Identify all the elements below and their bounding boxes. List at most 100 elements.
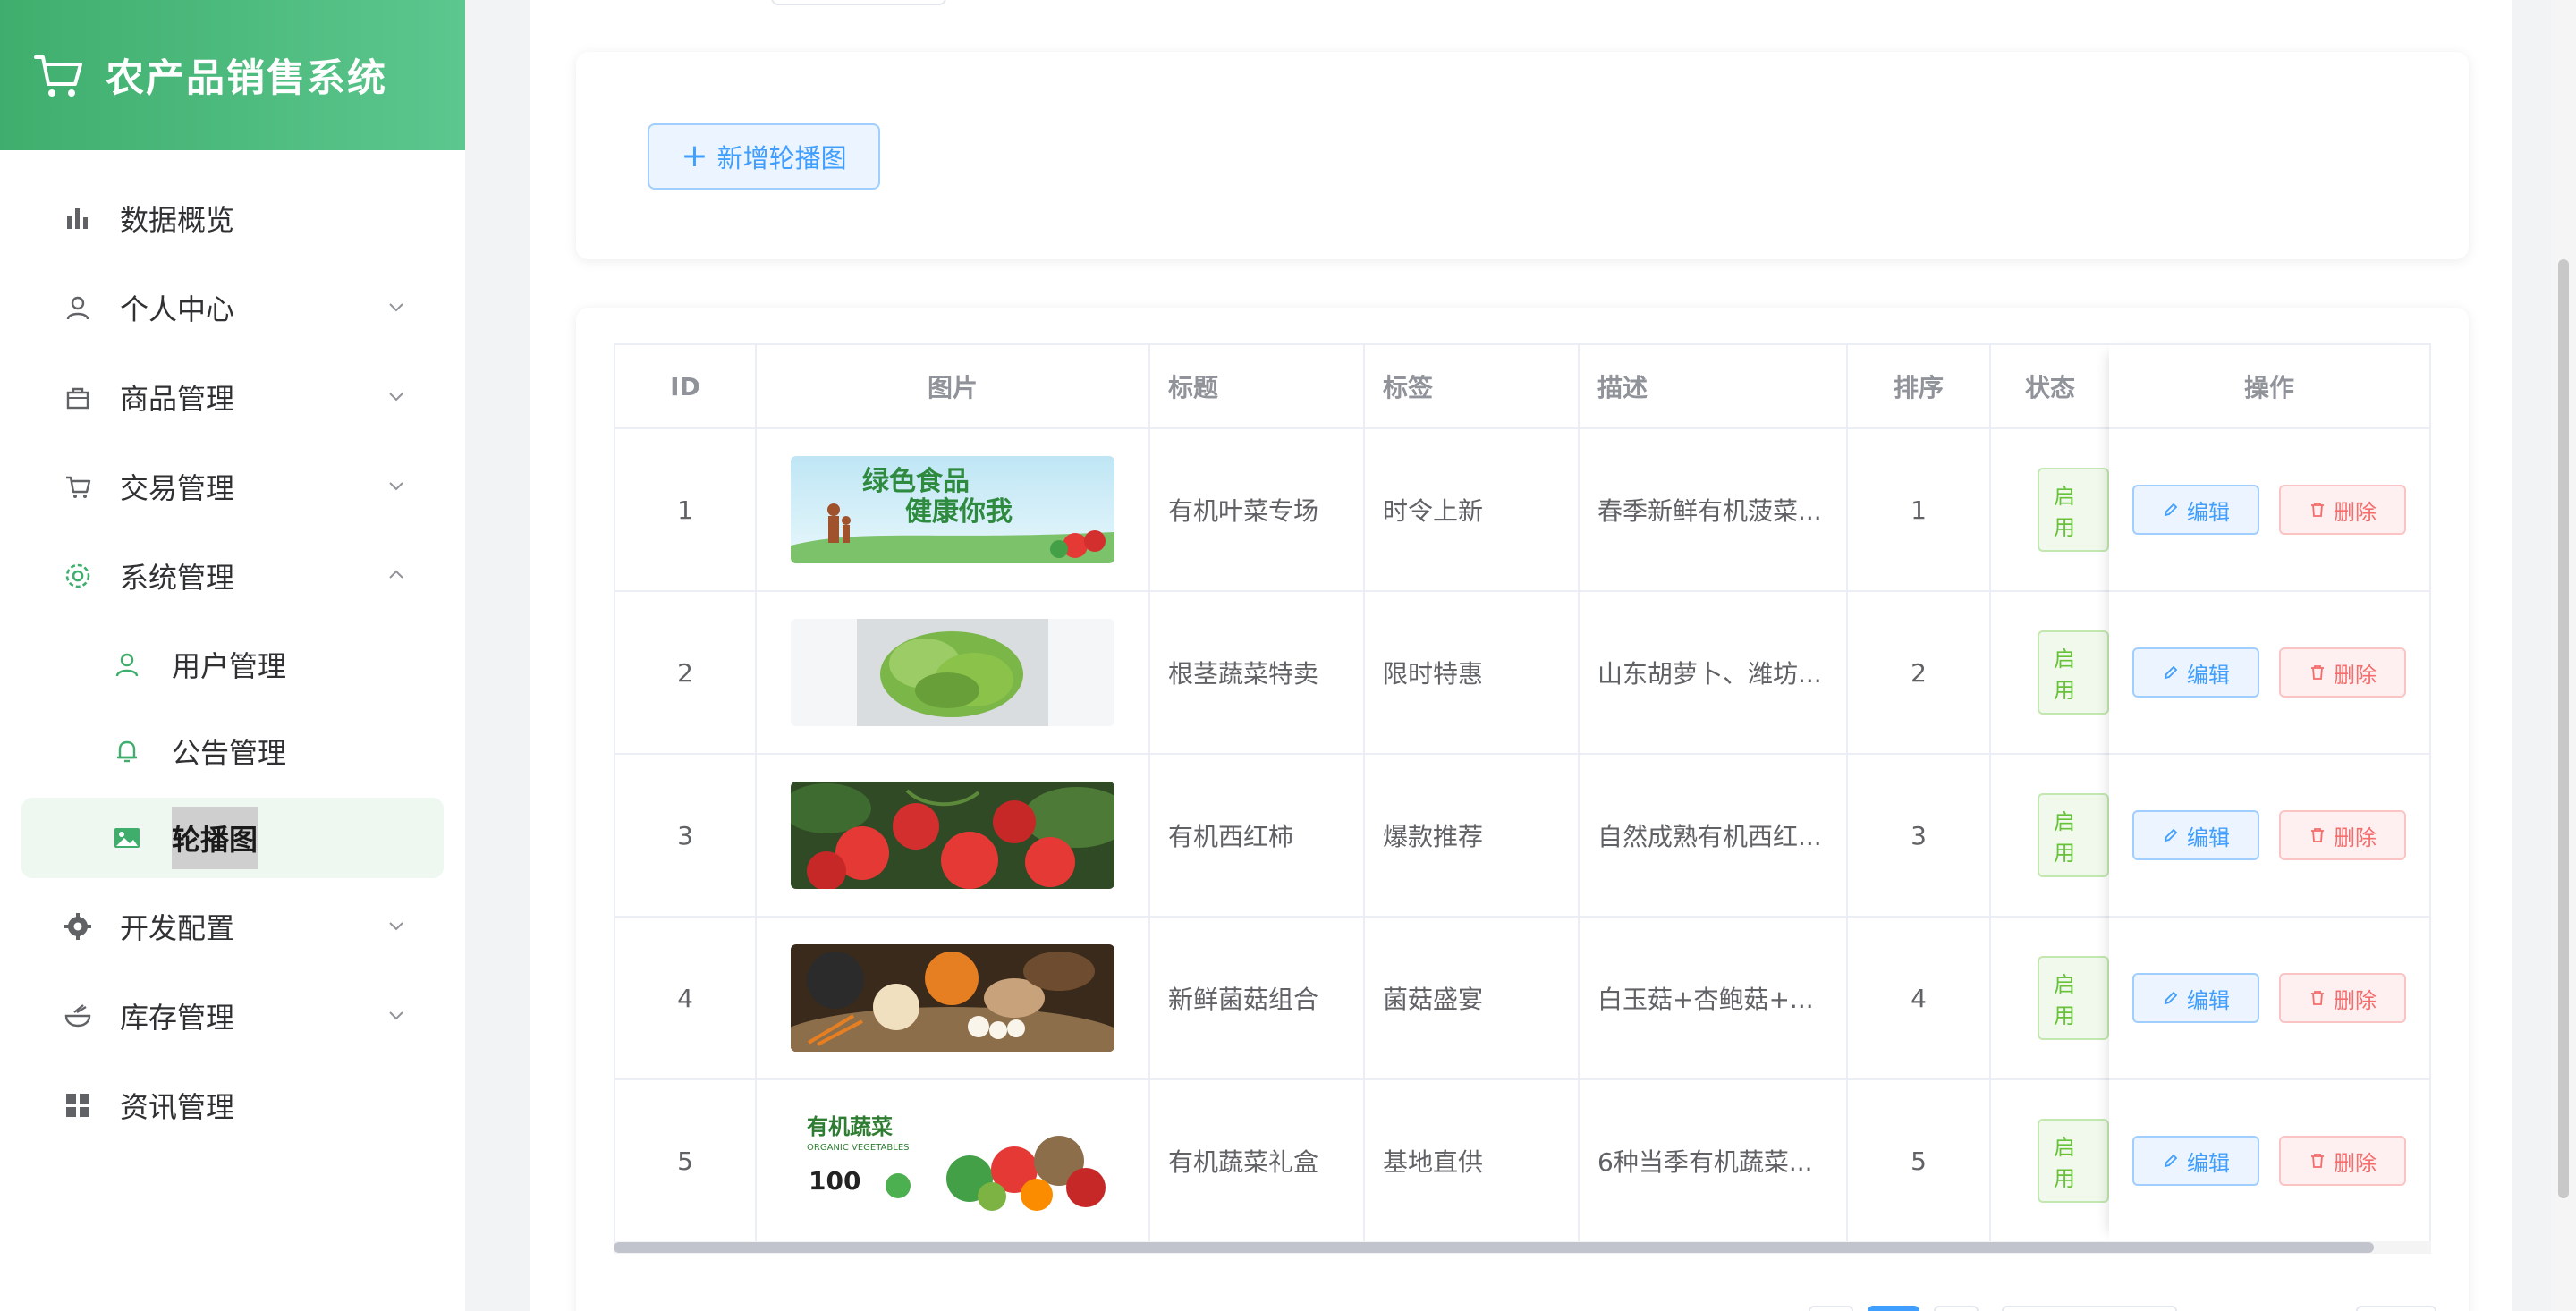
search-input-remnant[interactable] bbox=[771, 0, 946, 5]
pagination-size-select[interactable] bbox=[2002, 1306, 2177, 1311]
banner-image-lettuce bbox=[791, 619, 1114, 726]
trash-icon bbox=[2311, 1154, 2324, 1168]
sidebar-item-news[interactable]: 资讯管理 bbox=[0, 1061, 465, 1150]
sidebar-item-products[interactable]: 商品管理 bbox=[0, 352, 465, 442]
banner-image-green-food: 绿色食品 健康你我 bbox=[791, 456, 1114, 563]
pagination-prev[interactable] bbox=[1809, 1306, 1853, 1311]
edit-button[interactable]: 编辑 bbox=[2132, 810, 2259, 860]
pagination-page-active[interactable] bbox=[1868, 1306, 1919, 1311]
status-badge: 启用 bbox=[2038, 468, 2109, 552]
header-title: 标题 bbox=[1150, 345, 1365, 427]
table-card: ID 图片 标题 标签 描述 排序 状态 操作 1 绿色食品 健康你我 有机叶菜… bbox=[576, 308, 2469, 1311]
edit-icon bbox=[2164, 1154, 2178, 1168]
cart-icon bbox=[34, 55, 82, 97]
sidebar-item-overview[interactable]: 数据概览 bbox=[0, 173, 465, 263]
cell-title: 新鲜菌菇组合 bbox=[1150, 918, 1365, 1078]
table-row: 2 根茎蔬菜特卖 限时特惠 山东胡萝卜、潍坊... 2 启用 编辑 删除 bbox=[614, 592, 2431, 755]
table-horizontal-scrollbar[interactable] bbox=[614, 1241, 2431, 1254]
sidebar-item-label: 公告管理 bbox=[172, 735, 287, 770]
banner-number: 100 bbox=[809, 1166, 860, 1196]
cell-id: 5 bbox=[614, 1080, 757, 1241]
cell-sort: 5 bbox=[1848, 1080, 1991, 1241]
app-title: 农产品销售系统 bbox=[106, 56, 387, 101]
cell-status: 启用 bbox=[1991, 918, 2109, 1078]
toolbar-card: + 新增轮播图 bbox=[576, 52, 2469, 259]
scrollbar-thumb[interactable] bbox=[614, 1242, 2374, 1253]
sidebar-item-label: 开发配置 bbox=[120, 911, 235, 945]
sidebar-subitem-notices[interactable]: 公告管理 bbox=[0, 707, 465, 794]
cart-icon bbox=[63, 471, 93, 502]
chevron-up-icon bbox=[389, 570, 403, 579]
cell-tag: 菌菇盛宴 bbox=[1365, 918, 1580, 1078]
header-actions: 操作 bbox=[2109, 345, 2431, 427]
edit-button[interactable]: 编辑 bbox=[2132, 973, 2259, 1023]
edit-button[interactable]: 编辑 bbox=[2132, 1136, 2259, 1186]
banner-text-line1: 绿色食品 bbox=[862, 466, 970, 497]
page-vertical-scrollbar[interactable] bbox=[2551, 0, 2576, 1311]
cell-title: 有机西红柿 bbox=[1150, 755, 1365, 916]
status-badge: 启用 bbox=[2038, 956, 2109, 1040]
cell-desc: 山东胡萝卜、潍坊... bbox=[1580, 592, 1848, 753]
banner-subtitle: ORGANIC VEGETABLES bbox=[807, 1143, 910, 1153]
scrollbar-thumb[interactable] bbox=[2558, 259, 2569, 1198]
grid-icon bbox=[63, 1090, 93, 1121]
edit-button[interactable]: 编辑 bbox=[2132, 647, 2259, 698]
sidebar-item-label: 用户管理 bbox=[172, 648, 287, 683]
header-status: 状态 bbox=[2024, 373, 2075, 402]
sidebar-item-label: 轮播图 bbox=[172, 807, 258, 869]
cell-actions: 编辑 删除 bbox=[2109, 755, 2431, 916]
cell-id: 4 bbox=[614, 918, 757, 1078]
cell-sort: 3 bbox=[1848, 755, 1991, 916]
table-row: 5 有机蔬菜 ORGANIC VEGETABLES 100 有机蔬菜礼盒 基地直… bbox=[614, 1080, 2431, 1243]
status-badge: 启用 bbox=[2038, 793, 2109, 877]
sidebar-item-trade[interactable]: 交易管理 bbox=[0, 442, 465, 531]
status-badge: 启用 bbox=[2038, 630, 2109, 715]
cell-tag: 爆款推荐 bbox=[1365, 755, 1580, 916]
cell-id: 2 bbox=[614, 592, 757, 753]
trash-icon bbox=[2311, 991, 2324, 1005]
pagination-next[interactable] bbox=[1934, 1306, 1979, 1311]
cell-desc: 6种当季有机蔬菜... bbox=[1580, 1080, 1848, 1241]
bell-icon bbox=[113, 737, 141, 765]
cell-actions: 编辑 删除 bbox=[2109, 1080, 2431, 1241]
sidebar-item-label: 个人中心 bbox=[120, 292, 235, 326]
cell-id: 1 bbox=[614, 429, 757, 590]
table-row: 1 绿色食品 健康你我 有机叶菜专场 时令上新 春季新鲜有机菠菜... 1 启用… bbox=[614, 429, 2431, 592]
gear-icon bbox=[63, 561, 93, 591]
sidebar-subitem-carousel[interactable]: 轮播图 bbox=[21, 798, 444, 878]
cell-image bbox=[757, 755, 1150, 916]
delete-button[interactable]: 删除 bbox=[2279, 810, 2406, 860]
sidebar-item-inventory[interactable]: 库存管理 bbox=[0, 971, 465, 1061]
add-carousel-button[interactable]: + 新增轮播图 bbox=[648, 123, 880, 190]
header-sort: 排序 bbox=[1848, 345, 1991, 427]
sidebar-item-dev-config[interactable]: 开发配置 bbox=[0, 882, 465, 971]
delete-button[interactable]: 删除 bbox=[2279, 647, 2406, 698]
sidebar-item-label: 库存管理 bbox=[120, 1001, 235, 1035]
image-icon bbox=[113, 824, 141, 852]
table-row: 3 有机西红柿 爆款推荐 自然成熟有机西红... 3 启用 编辑 删除 bbox=[614, 755, 2431, 918]
sidebar-menu: 数据概览 个人中心 商品管理 交易管理 系统管理 用户管理 公告管理 轮播图 开… bbox=[0, 150, 465, 1150]
cell-tag: 时令上新 bbox=[1365, 429, 1580, 590]
cell-desc: 自然成熟有机西红... bbox=[1580, 755, 1848, 916]
header-image: 图片 bbox=[757, 345, 1150, 427]
delete-button[interactable]: 删除 bbox=[2279, 973, 2406, 1023]
sidebar-item-personal[interactable]: 个人中心 bbox=[0, 263, 465, 352]
cell-image bbox=[757, 592, 1150, 753]
gear-icon bbox=[63, 911, 93, 942]
delete-label: 删除 bbox=[2334, 1151, 2377, 1176]
chevron-down-icon bbox=[389, 393, 403, 402]
add-carousel-label: 新增轮播图 bbox=[716, 143, 847, 173]
edit-icon bbox=[2164, 503, 2178, 517]
delete-label: 删除 bbox=[2334, 663, 2377, 688]
cell-actions: 编辑 删除 bbox=[2109, 918, 2431, 1078]
sidebar: 农产品销售系统 数据概览 个人中心 商品管理 交易管理 系统管理 用户管理 公告… bbox=[0, 0, 465, 1311]
delete-button[interactable]: 删除 bbox=[2279, 485, 2406, 535]
trash-icon bbox=[2311, 665, 2324, 680]
delete-button[interactable]: 删除 bbox=[2279, 1136, 2406, 1186]
sidebar-subitem-users[interactable]: 用户管理 bbox=[0, 621, 465, 707]
pagination-jumper[interactable] bbox=[2356, 1306, 2436, 1311]
cell-title: 根茎蔬菜特卖 bbox=[1150, 592, 1365, 753]
sidebar-item-system[interactable]: 系统管理 bbox=[0, 531, 465, 621]
chevron-down-icon bbox=[389, 482, 403, 491]
edit-button[interactable]: 编辑 bbox=[2132, 485, 2259, 535]
